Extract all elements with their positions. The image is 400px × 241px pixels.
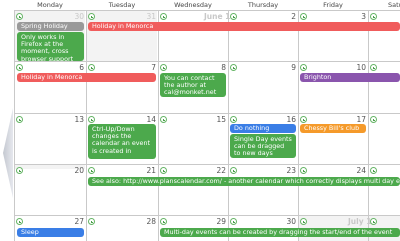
month-calendar: Monday Tuesday Wednesday Thursday Friday… [0,0,400,241]
day-number: 15 [216,115,226,124]
add-event-icon[interactable] [16,64,23,71]
add-event-icon[interactable] [160,13,167,20]
event-see-also[interactable]: See also: http://www.planscalendar.com/ … [88,177,400,186]
event-firefox-note[interactable]: Only works in Firefox at the moment, cro… [17,32,84,61]
event-spring-holiday[interactable]: Spring Holiday [17,22,84,31]
add-event-icon[interactable] [88,218,95,225]
day-number: 3 [361,12,366,21]
add-event-icon[interactable] [88,167,95,174]
add-event-icon[interactable] [160,167,167,174]
event-holiday-menorca[interactable]: Holiday in Menorca [17,73,156,82]
event-holiday-menorca[interactable]: Holiday in Menorca [88,22,400,31]
event-contact-author[interactable]: You can contact the author at cal@monket… [160,73,226,97]
day-number: 17 [356,115,366,124]
add-event-icon[interactable] [300,167,307,174]
add-event-icon[interactable] [16,218,23,225]
day-number: 30 [74,12,84,21]
day-number: 22 [216,166,226,175]
event-single-day-drag[interactable]: Single Day events can be dragged to new … [230,134,296,158]
day-number: 14 [146,115,156,124]
add-event-icon[interactable] [370,167,377,174]
day-number: 2 [291,12,296,21]
day-number: 10 [356,63,366,72]
day-number: 21 [146,166,156,175]
day-number: 31 [146,12,156,21]
header-thursday: Thursday [247,1,279,9]
add-event-icon[interactable] [88,64,95,71]
add-event-icon[interactable] [16,13,23,20]
add-event-icon[interactable] [230,116,237,123]
day-number: 20 [74,166,84,175]
day-number: 23 [286,166,296,175]
day-number: 16 [286,115,296,124]
add-event-icon[interactable] [230,167,237,174]
add-event-icon[interactable] [300,116,307,123]
add-event-icon[interactable] [300,64,307,71]
add-event-icon[interactable] [88,116,95,123]
add-event-icon[interactable] [300,13,307,20]
add-event-icon[interactable] [88,13,95,20]
add-event-icon[interactable] [160,116,167,123]
add-event-icon[interactable] [160,64,167,71]
add-event-icon[interactable] [370,116,377,123]
month-start-label: June 1 [204,12,231,21]
add-event-icon[interactable] [16,167,23,174]
month-start-label: July 1 [348,217,372,226]
day-number: 24 [356,166,366,175]
header-monday: Monday [37,1,63,9]
add-event-icon[interactable] [370,64,377,71]
event-sleep[interactable]: Sleep [17,228,84,237]
day-number: 7 [151,63,156,72]
day-number: 9 [291,63,296,72]
add-event-icon[interactable] [370,218,377,225]
add-event-icon[interactable] [16,116,23,123]
add-event-icon[interactable] [230,13,237,20]
add-event-icon[interactable] [300,218,307,225]
add-event-icon[interactable] [370,13,377,20]
day-number: 8 [221,63,226,72]
event-ctrl-updown[interactable]: Ctrl-Up/Down changes the calendar an eve… [88,124,156,159]
day-number: 29 [216,217,226,226]
header-wednesday: Wednesday [174,1,212,9]
add-event-icon[interactable] [230,64,237,71]
day-number: 30 [286,217,296,226]
event-multi-day-drag[interactable]: Multi-day events can be created by dragg… [160,228,400,237]
day-number: 13 [74,115,84,124]
header-saturday: Saturday [388,1,400,9]
event-brighton[interactable]: Brighton [300,73,400,82]
add-event-icon[interactable] [230,218,237,225]
event-do-nothing[interactable]: Do nothing [230,124,296,133]
day-number: 27 [74,217,84,226]
previous-month-arrow[interactable] [3,108,13,198]
header-friday: Friday [323,1,343,9]
header-tuesday: Tuesday [108,1,136,9]
day-number: 28 [146,217,156,226]
add-event-icon[interactable] [160,218,167,225]
event-chessy-bills-club[interactable]: Chessy Bill's club [300,124,366,133]
day-number: 6 [79,63,84,72]
